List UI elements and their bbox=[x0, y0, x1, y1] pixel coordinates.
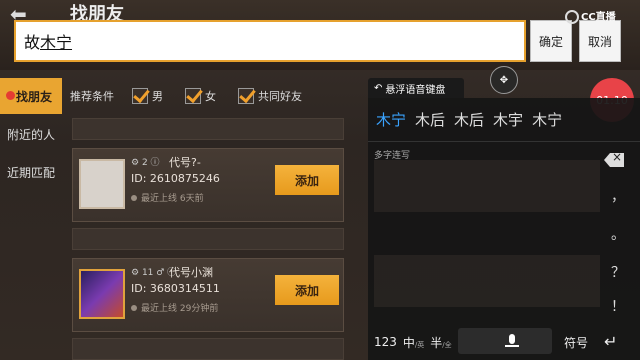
lang-key[interactable]: 中/英 bbox=[403, 334, 424, 351]
num-key[interactable]: 123 bbox=[374, 335, 397, 349]
checkmark-icon bbox=[238, 88, 254, 104]
status-dot bbox=[131, 305, 137, 311]
cc-logo-icon bbox=[565, 10, 579, 24]
filter-option-label: 女 bbox=[205, 90, 216, 103]
move-icon[interactable]: ✥ bbox=[490, 66, 518, 94]
candidate-item[interactable]: 木宁 bbox=[376, 109, 406, 130]
sidebar-item-label: 附近的人 bbox=[6, 127, 55, 142]
punct-key[interactable]: ， bbox=[608, 186, 628, 206]
add-friend-button[interactable]: 添加 bbox=[275, 275, 339, 305]
cancel-button[interactable]: 取消 bbox=[579, 20, 621, 62]
candidate-bar: 木宁 木后 木后 木宇 木宁 bbox=[368, 98, 640, 142]
sidebar-item-find-friends[interactable]: 找朋友 bbox=[0, 78, 62, 114]
confirm-button[interactable]: 确定 bbox=[530, 20, 572, 62]
symbol-key[interactable]: 符号 bbox=[564, 334, 588, 351]
filter-option-label: 男 bbox=[152, 90, 163, 103]
punct-key[interactable]: ！ bbox=[608, 296, 628, 316]
filter-option-label: 共同好友 bbox=[258, 90, 302, 103]
width-key[interactable]: 半/全 bbox=[430, 334, 451, 351]
candidate-item[interactable]: 木宁 bbox=[532, 109, 562, 130]
checkmark-icon bbox=[185, 88, 201, 104]
list-slot bbox=[72, 338, 344, 360]
list-slot bbox=[72, 118, 344, 140]
sidebar-item-recent-match[interactable]: 近期匹配 bbox=[0, 154, 62, 190]
filter-female-checkbox[interactable]: 女 bbox=[185, 88, 216, 104]
candidate-item[interactable]: 木后 bbox=[415, 109, 445, 130]
last-seen: 最近上线 29分钟前 bbox=[131, 301, 218, 314]
friend-id: ID: 3680314511 bbox=[131, 282, 220, 295]
sidebar-item-nearby[interactable]: 附近的人 bbox=[0, 116, 62, 152]
list-slot bbox=[72, 228, 344, 250]
candidate-item[interactable]: 木宇 bbox=[493, 109, 523, 130]
filter-label: 推荐条件 bbox=[70, 90, 114, 103]
last-seen: 最近上线 6天前 bbox=[131, 191, 204, 204]
friend-name: 代号小渊 bbox=[169, 266, 213, 279]
microphone-icon[interactable] bbox=[505, 334, 519, 347]
keyboard-tab[interactable]: ↶ 悬浮语音键盘 bbox=[368, 78, 464, 98]
friend-name: 代号?- bbox=[169, 156, 201, 169]
punct-key[interactable]: ？ bbox=[608, 262, 628, 282]
friend-list: ⚙ 2 ⓘ 代号?- ID: 2610875246 最近上线 6天前 添加 ⚙ … bbox=[70, 118, 370, 360]
filter-mutual-checkbox[interactable]: 共同好友 bbox=[238, 88, 302, 104]
notification-dot bbox=[6, 91, 15, 100]
avatar[interactable] bbox=[79, 269, 125, 319]
status-dot bbox=[131, 195, 137, 201]
sidebar-item-label: 近期匹配 bbox=[6, 165, 55, 180]
friend-card: ⚙ 11 ♂ ⓘ 代号小渊 ID: 3680314511 最近上线 29分钟前 … bbox=[72, 258, 344, 332]
enter-icon[interactable]: ↵ bbox=[604, 332, 617, 351]
filter-male-checkbox[interactable]: 男 bbox=[132, 88, 163, 104]
friend-id: ID: 2610875246 bbox=[131, 172, 220, 185]
backspace-icon[interactable] bbox=[604, 153, 624, 167]
brand-logo: CC直播 bbox=[565, 8, 616, 24]
level-badge: ⚙ 2 ⓘ bbox=[131, 158, 160, 168]
punct-key[interactable]: 。 bbox=[608, 224, 628, 244]
handwriting-area[interactable] bbox=[374, 160, 600, 310]
floating-keyboard: 木宁 木后 木后 木宇 木宁 多字连写 ， 。 ？ ！ 123 中/英 半/全 … bbox=[368, 98, 640, 360]
candidate-item[interactable]: 木后 bbox=[454, 109, 484, 130]
friend-card: ⚙ 2 ⓘ 代号?- ID: 2610875246 最近上线 6天前 添加 bbox=[72, 148, 344, 222]
text-input[interactable]: 故木宁 bbox=[14, 20, 526, 62]
sidebar-item-label: 找朋友 bbox=[15, 89, 52, 104]
input-value: 故木宁 bbox=[24, 33, 73, 52]
sidebar: 找朋友 附近的人 近期匹配 bbox=[0, 78, 62, 192]
avatar[interactable] bbox=[79, 159, 125, 209]
add-friend-button[interactable]: 添加 bbox=[275, 165, 339, 195]
checkmark-icon bbox=[132, 88, 148, 104]
filter-row: 推荐条件 男 女 共同好友 bbox=[70, 84, 370, 108]
space-key[interactable] bbox=[458, 328, 552, 354]
